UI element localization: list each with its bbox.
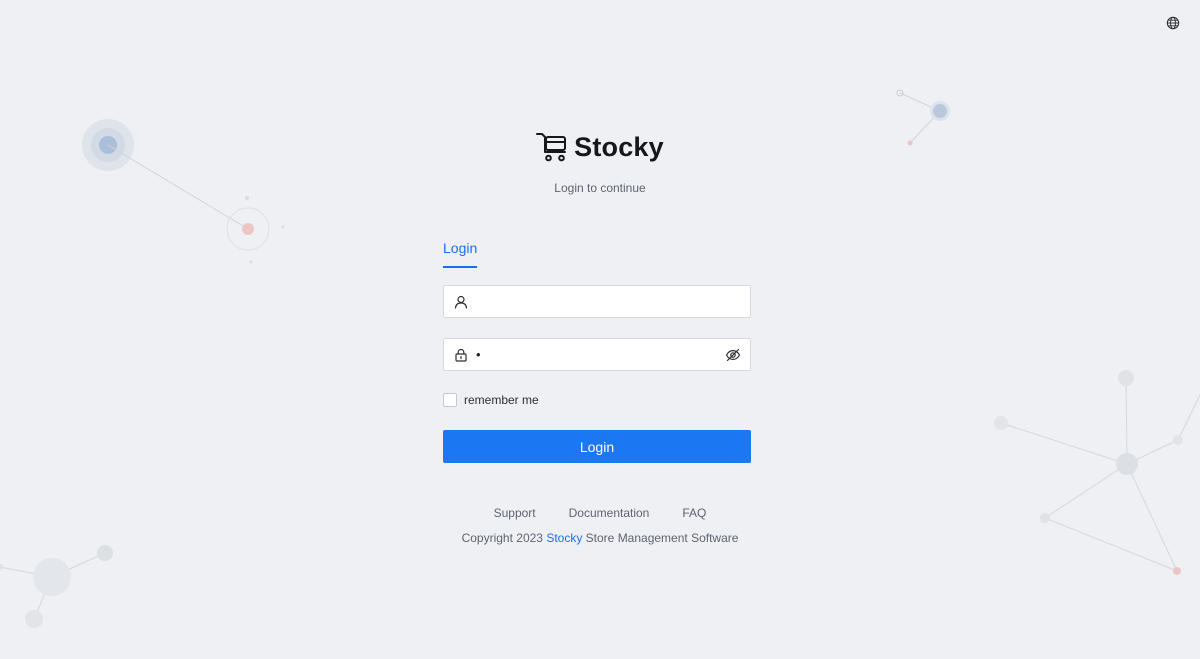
- background-decoration: [0, 89, 1200, 628]
- password-input[interactable]: [468, 339, 725, 370]
- globe-icon[interactable]: [1166, 16, 1180, 30]
- remember-me-checkbox[interactable]: remember me: [443, 393, 539, 407]
- copyright: Copyright 2023 Stocky Store Management S…: [0, 531, 1200, 545]
- tab-login[interactable]: Login: [443, 240, 478, 268]
- username-input[interactable]: [468, 286, 750, 317]
- login-button[interactable]: Login: [443, 430, 751, 463]
- login-subtitle: Login to continue: [554, 181, 646, 195]
- copyright-brand-link[interactable]: Stocky: [546, 531, 582, 545]
- documentation-link[interactable]: Documentation: [569, 506, 650, 520]
- copyright-suffix: Store Management Software: [585, 531, 739, 545]
- brand-logo: Stocky: [0, 130, 1200, 164]
- support-link[interactable]: Support: [494, 506, 536, 520]
- shopping-cart-icon: [536, 133, 567, 162]
- copyright-prefix: Copyright 2023: [461, 531, 543, 545]
- faq-link[interactable]: FAQ: [682, 506, 706, 520]
- username-field[interactable]: [443, 285, 751, 318]
- eye-slash-icon[interactable]: [725, 347, 741, 363]
- footer-links: Support Documentation FAQ: [0, 506, 1200, 520]
- brand-name: Stocky: [574, 131, 664, 162]
- password-field[interactable]: [443, 338, 751, 371]
- login-form: Login remember me Login: [443, 240, 751, 463]
- remember-me-label: remember me: [464, 393, 539, 407]
- checkbox-box[interactable]: [443, 393, 457, 407]
- lock-icon: [455, 348, 467, 362]
- user-icon: [454, 295, 468, 309]
